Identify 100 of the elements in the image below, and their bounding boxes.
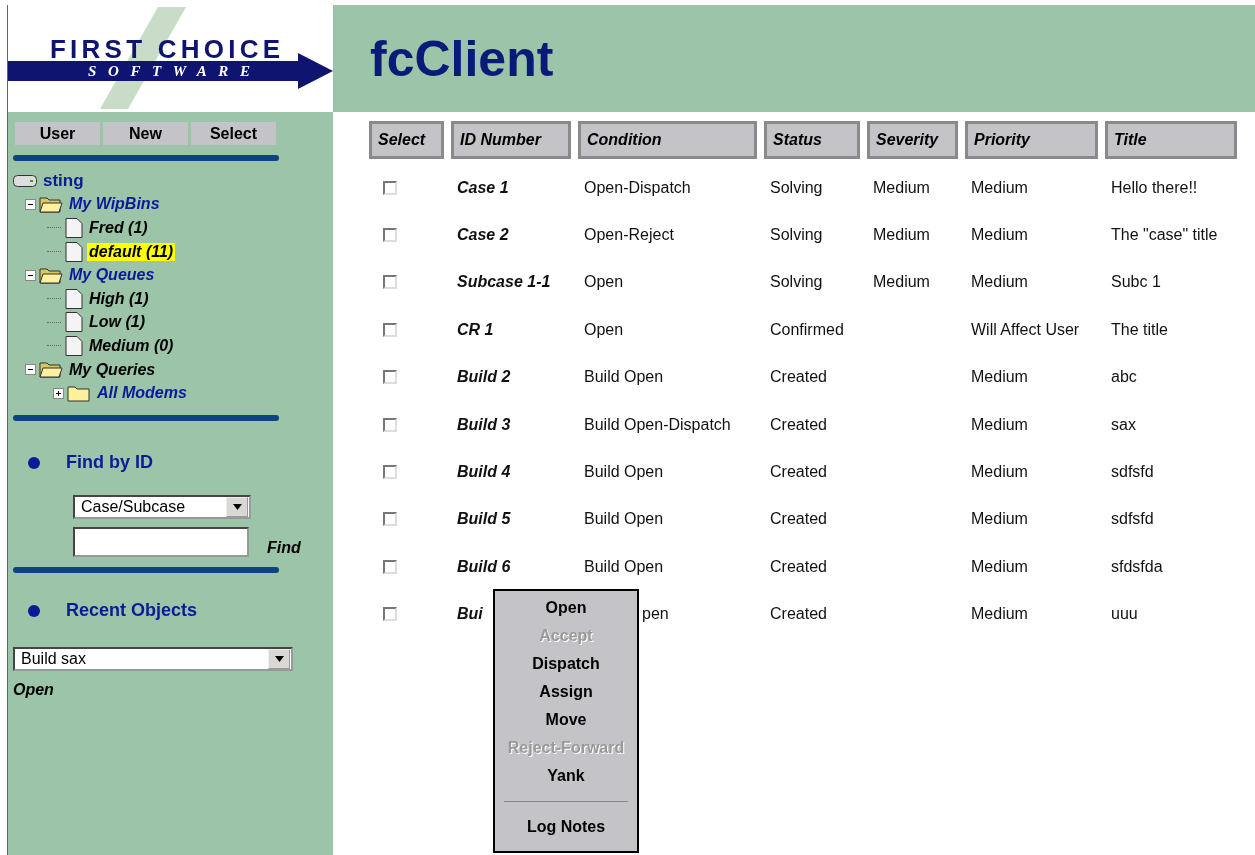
column-header[interactable]: Select: [369, 121, 444, 159]
menu-item[interactable]: Move: [545, 709, 587, 737]
company-logo: FIRST CHOICE SOFTWARE: [8, 5, 333, 109]
tree-item[interactable]: My Queues: [67, 266, 157, 285]
section-heading: Find by ID: [66, 452, 153, 474]
column-header[interactable]: Condition: [578, 121, 757, 159]
table-cell: Build Open: [584, 368, 664, 387]
table-cell: Build 5: [457, 510, 511, 529]
collapse-icon[interactable]: [25, 364, 36, 376]
column-header[interactable]: Priority: [965, 121, 1098, 159]
id-input-field[interactable]: [73, 526, 249, 557]
table-cell: sfdsfda: [1111, 557, 1163, 576]
table-cell: Medium: [971, 605, 1028, 624]
toolbar-button[interactable]: New: [103, 122, 188, 145]
menu-item[interactable]: Assign: [539, 681, 593, 709]
table-cell: Build Open: [584, 557, 664, 576]
tree-item[interactable]: Medium (0): [87, 336, 176, 355]
table-cell: Case 2: [457, 226, 509, 245]
tree-item[interactable]: My Queries: [67, 360, 158, 379]
collapse-icon[interactable]: [25, 269, 36, 281]
table-cell: Created: [770, 368, 827, 387]
checkbox[interactable]: [383, 559, 397, 574]
menu-item[interactable]: Yank: [547, 765, 585, 793]
table-cell: Build 4: [457, 463, 511, 482]
tree-item[interactable]: Low (1): [87, 313, 147, 332]
menu-item[interactable]: Open: [545, 597, 587, 625]
open-folder-icon: [39, 195, 63, 213]
document-icon: [65, 312, 83, 333]
document-icon: [65, 335, 83, 356]
table-cell: Created: [770, 463, 827, 482]
table-cell: Created: [770, 605, 827, 624]
table-cell: Confirmed: [770, 320, 844, 339]
tree-item[interactable]: All Modems: [95, 384, 189, 403]
table-cell: Medium: [971, 368, 1028, 387]
checkbox[interactable]: [383, 417, 397, 432]
table-cell: Open-Dispatch: [584, 178, 691, 197]
table-cell: Medium: [971, 273, 1028, 292]
table-cell: Build Open: [584, 510, 664, 529]
collapse-icon[interactable]: [25, 198, 36, 210]
checkbox[interactable]: [383, 512, 397, 527]
table-cell: Solving: [770, 226, 823, 245]
checkbox[interactable]: [383, 465, 397, 480]
open-link[interactable]: Open: [13, 680, 54, 699]
tree-item[interactable]: My WipBins: [67, 195, 162, 214]
checkbox[interactable]: [383, 228, 397, 243]
table-cell: Created: [770, 510, 827, 529]
table-cell: pen: [642, 605, 669, 624]
find-link[interactable]: Find: [267, 538, 301, 557]
table-cell: Bui: [457, 605, 483, 624]
table-cell: Medium: [971, 226, 1028, 245]
toolbar-button[interactable]: User: [15, 122, 100, 145]
table-cell: abc: [1111, 368, 1137, 387]
table-cell: sdfsfd: [1111, 510, 1154, 529]
checkbox[interactable]: [383, 370, 397, 385]
checkbox[interactable]: [383, 180, 397, 195]
table-cell: Medium: [873, 178, 930, 197]
table-cell: Open: [584, 320, 624, 339]
document-icon: [65, 218, 83, 238]
bullet-icon: [28, 456, 40, 469]
table-cell: Case 1: [457, 178, 509, 197]
column-header[interactable]: Title: [1105, 121, 1237, 159]
tree-item[interactable]: default (11): [87, 242, 176, 261]
table-cell: Open: [584, 273, 624, 292]
table-cell: CR 1: [457, 320, 494, 339]
tree-item[interactable]: Fred (1): [87, 219, 150, 237]
app-title: fcClient: [370, 29, 554, 88]
column-header[interactable]: ID Number: [451, 121, 571, 159]
tree-item[interactable]: sting: [41, 170, 86, 191]
table-cell: sax: [1111, 415, 1136, 434]
table-cell: Subc 1: [1111, 273, 1161, 292]
column-header[interactable]: Status: [764, 121, 860, 159]
column-header[interactable]: Severity: [867, 121, 958, 159]
toolbar-button[interactable]: Select: [191, 122, 276, 145]
table-cell: Build 3: [457, 415, 511, 434]
open-folder-icon: [39, 361, 63, 379]
document-icon: [65, 241, 83, 262]
checkbox[interactable]: [383, 322, 397, 337]
recent-objects-dropdown[interactable]: Build sax: [13, 646, 293, 671]
table-cell: Medium: [971, 415, 1028, 434]
table-cell: Open-Reject: [584, 226, 674, 245]
table-cell: Medium: [873, 273, 930, 292]
type-dropdown[interactable]: Case/Subcase: [73, 494, 251, 519]
table-cell: Medium: [971, 557, 1028, 576]
table-cell: Medium: [873, 226, 930, 245]
table-cell: Will Affect User: [971, 320, 1080, 339]
table-cell: Build Open-Dispatch: [584, 415, 731, 434]
tree-item[interactable]: High (1): [87, 289, 151, 308]
table-cell: uuu: [1111, 605, 1138, 624]
table-cell: Build 2: [457, 368, 511, 387]
checkbox[interactable]: [383, 275, 397, 290]
drive-icon: [13, 174, 37, 187]
bullet-icon: [28, 604, 40, 617]
table-cell: Medium: [971, 463, 1028, 482]
expand-icon[interactable]: [53, 387, 64, 399]
menu-item[interactable]: Log Notes: [526, 816, 606, 844]
table-cell: Build 6: [457, 557, 511, 576]
table-cell: Solving: [770, 178, 823, 197]
menu-item[interactable]: Dispatch: [532, 653, 600, 681]
checkbox[interactable]: [383, 607, 397, 622]
table-cell: The title: [1111, 320, 1168, 339]
